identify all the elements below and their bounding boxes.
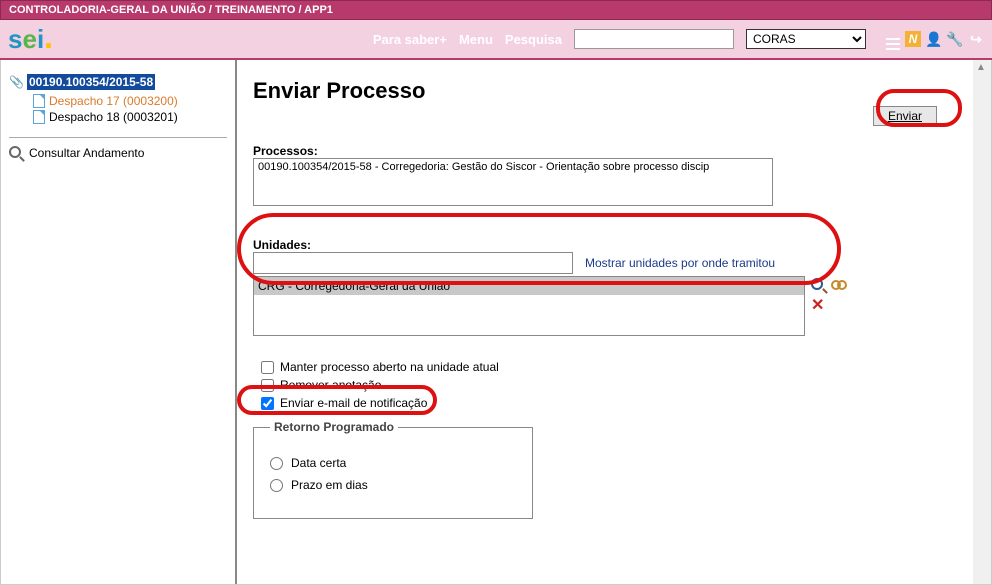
header-bar: sei. Para saber+ Menu Pesquisa CORAS N 👤… [0, 20, 992, 60]
search-icon [9, 146, 23, 160]
main-panel: Enviar Processo Enviar Processos: 00190.… [237, 60, 991, 584]
check-label: Manter processo aberto na unidade atual [280, 360, 499, 374]
file-icon [33, 94, 45, 108]
unidades-list-wrap: CRG - Corregedoria-Geral da União ✕ [253, 276, 963, 356]
retorno-legend: Retorno Programado [270, 420, 398, 434]
radio-label: Data certa [291, 456, 346, 470]
radio-label: Prazo em dias [291, 478, 368, 492]
config-icon[interactable]: 🔧 [947, 31, 963, 47]
process-root[interactable]: 00190.100354/2015-58 [9, 74, 227, 90]
page-title: Enviar Processo [253, 78, 963, 104]
unidades-icon-col: ✕ [811, 276, 847, 312]
process-number: 00190.100354/2015-58 [27, 74, 155, 90]
radio-data-certa-row[interactable]: Data certa [270, 456, 516, 470]
body-area: 00190.100354/2015-58 Despacho 17 (000320… [0, 60, 992, 585]
unidades-list-item[interactable]: CRG - Corregedoria-Geral da União [254, 277, 804, 295]
check-remover[interactable]: Remover anotação [261, 378, 963, 392]
news-icon[interactable]: N [905, 31, 921, 47]
nav-links: Para saber+ Menu Pesquisa CORAS N 👤 🔧 ↪ [373, 29, 984, 49]
retorno-fieldset: Retorno Programado Data certa Prazo em d… [253, 420, 533, 519]
nav-menu[interactable]: Menu [459, 32, 493, 47]
checkbox-email[interactable] [261, 397, 274, 410]
breadcrumb-bar: CONTROLADORIA-GERAL DA UNIÃO / TREINAMEN… [0, 0, 992, 20]
processos-textarea[interactable]: 00190.100354/2015-58 - Corregedoria: Ges… [253, 158, 773, 206]
doc-item[interactable]: Despacho 18 (0003201) [9, 109, 227, 125]
divider [9, 137, 227, 138]
consult-label: Consultar Andamento [29, 146, 144, 160]
toolbar-icons: N 👤 🔧 ↪ [886, 31, 984, 47]
radio-prazo[interactable] [270, 479, 283, 492]
check-label: Enviar e-mail de notificação [280, 396, 427, 410]
file-icon [33, 110, 45, 124]
sidebar: 00190.100354/2015-58 Despacho 17 (000320… [1, 60, 237, 584]
controls-icon[interactable] [886, 32, 900, 46]
check-manter[interactable]: Manter processo aberto na unidade atual [261, 360, 963, 374]
breadcrumb: CONTROLADORIA-GERAL DA UNIÃO / TREINAMEN… [9, 4, 333, 16]
unidades-history-link[interactable]: Mostrar unidades por onde tramitou [585, 256, 775, 270]
processos-label: Processos: [253, 144, 963, 158]
doc-label: Despacho 18 (0003201) [49, 110, 178, 124]
unit-select[interactable]: CORAS [746, 29, 866, 49]
unidades-label: Unidades: [253, 238, 963, 252]
check-email[interactable]: Enviar e-mail de notificação [261, 396, 963, 410]
processos-value: 00190.100354/2015-58 - Corregedoria: Ges… [258, 161, 709, 173]
unidades-row: Mostrar unidades por onde tramitou [253, 252, 963, 274]
sei-logo: sei. [8, 24, 53, 55]
enviar-button[interactable]: Enviar [873, 106, 937, 126]
unidades-input[interactable] [253, 252, 573, 274]
doc-item[interactable]: Despacho 17 (0003200) [9, 93, 227, 109]
doc-label: Despacho 17 (0003200) [49, 94, 178, 108]
checkbox-manter[interactable] [261, 361, 274, 374]
radio-data-certa[interactable] [270, 457, 283, 470]
user-icon[interactable]: 👤 [926, 31, 942, 47]
checkbox-remover[interactable] [261, 379, 274, 392]
nav-pesquisa[interactable]: Pesquisa [505, 32, 562, 47]
check-label: Remover anotação [280, 378, 381, 392]
unidades-listbox[interactable]: CRG - Corregedoria-Geral da União [253, 276, 805, 336]
binoculars-icon[interactable] [831, 278, 847, 292]
scrollbar[interactable] [973, 60, 991, 584]
nav-saber[interactable]: Para saber+ [373, 32, 447, 47]
clip-icon [9, 75, 23, 89]
consult-andamento[interactable]: Consultar Andamento [9, 146, 227, 160]
search-input[interactable] [574, 29, 734, 49]
exit-icon[interactable]: ↪ [968, 31, 984, 47]
radio-prazo-row[interactable]: Prazo em dias [270, 478, 516, 492]
remove-unit-icon[interactable]: ✕ [811, 300, 847, 312]
search-unit-icon[interactable] [811, 278, 827, 294]
